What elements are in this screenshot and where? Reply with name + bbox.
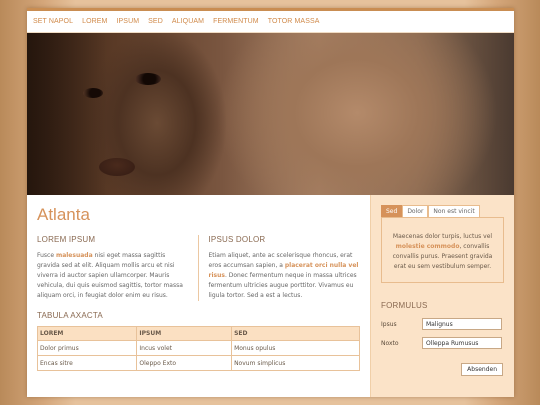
table-title: TABULA AXACTA [37,311,103,320]
nav-item-set-napol[interactable]: SET NAPOL [33,18,73,25]
table-cell: Oleppo Exto [136,355,233,371]
tab-sed[interactable]: Sed [381,205,403,217]
table-header-cell: LOREM [36,326,138,341]
hero-eye-left [83,88,103,98]
hero-eye-right [135,73,161,85]
nav-item-sed[interactable]: SED [148,18,163,25]
column-ipsus-dolor: IPSUS DOLOR Etiam aliquet, ante ac scele… [199,235,361,301]
column-heading: IPSUS DOLOR [208,235,266,244]
form-row-noxto: Noxto [381,337,504,349]
tab-bar: Sed Dolor Non est vincit [381,205,504,217]
column-text: Etiam aliquet, ante ac scelerisque rhonc… [209,251,361,301]
column-heading: LOREM IPSUM [37,235,96,244]
table-row: Dolor primus Incus volet Monus opulus [36,340,360,356]
text-segment: . Donec fermentum neque in massa ultrice… [208,272,357,299]
field-label: Ipsus [381,320,397,328]
field-label: Noxto [381,339,399,347]
text-segment: Fusce [37,252,56,259]
hero-lips [99,158,135,176]
nav-item-lorem[interactable]: LOREM [82,18,107,25]
highlight-link[interactable]: malesuada [56,252,93,259]
table-row: Encas sitre Oleppo Exto Novum simplicus [36,355,360,371]
text-columns: LOREM IPSUM Fusce malesuada nisi eget ma… [37,235,360,301]
table-cell: Encas sitre [36,355,138,371]
form-actions: Absenden [381,356,503,376]
highlight-link[interactable]: molestie commodo [396,243,460,250]
column-text: Fusce malesuada nisi eget massa sagittis… [37,251,188,301]
page-container: SET NAPOL LOREM IPSUM SED ALIQUAM FERMEN… [27,8,514,397]
tab-non-est-vincit[interactable]: Non est vincit [428,205,480,217]
table-header-row: LOREM IPSUM SED [36,326,360,341]
table-cell: Novum simplicus [231,355,360,371]
tab-dolor[interactable]: Dolor [402,205,429,217]
nav-item-totor-massa[interactable]: TOTOR MASSA [268,18,320,25]
table-header-cell: IPSUM [136,326,233,341]
tab-panel: Maecenas dolor turpis, luctus vel molest… [381,217,504,283]
content-area: Atlanta LOREM IPSUM Fusce malesuada nisi… [27,195,514,397]
text-segment: nisi eget massa sagittis gravida sed at … [37,252,183,299]
text-segment: Maecenas dolor turpis, luctus vel [392,233,493,240]
form-title: FORMULUS [381,301,428,310]
data-table: LOREM IPSUM SED Dolor primus Incus volet… [36,326,360,371]
noxto-field[interactable] [422,337,502,349]
hero-image [27,33,514,195]
form-row-ipsus: Ipsus [381,318,504,330]
table-cell: Dolor primus [36,340,138,356]
main-column: Atlanta LOREM IPSUM Fusce malesuada nisi… [27,195,370,397]
table-header-cell: SED [231,326,360,341]
nav-item-fermentum[interactable]: FERMENTUM [213,18,259,25]
ipsus-field[interactable] [422,318,502,330]
submit-button[interactable]: Absenden [461,363,503,376]
main-nav: SET NAPOL LOREM IPSUM SED ALIQUAM FERMEN… [27,11,514,33]
table-cell: Incus volet [136,340,233,356]
page-title: Atlanta [37,205,90,224]
sidebar: Sed Dolor Non est vincit Maecenas dolor … [370,195,514,397]
column-lorem-ipsum: LOREM IPSUM Fusce malesuada nisi eget ma… [37,235,199,301]
hero-shade [27,33,107,195]
table-cell: Monus opulus [231,340,360,356]
nav-item-ipsum[interactable]: IPSUM [116,18,139,25]
nav-item-aliquam[interactable]: ALIQUAM [172,18,204,25]
